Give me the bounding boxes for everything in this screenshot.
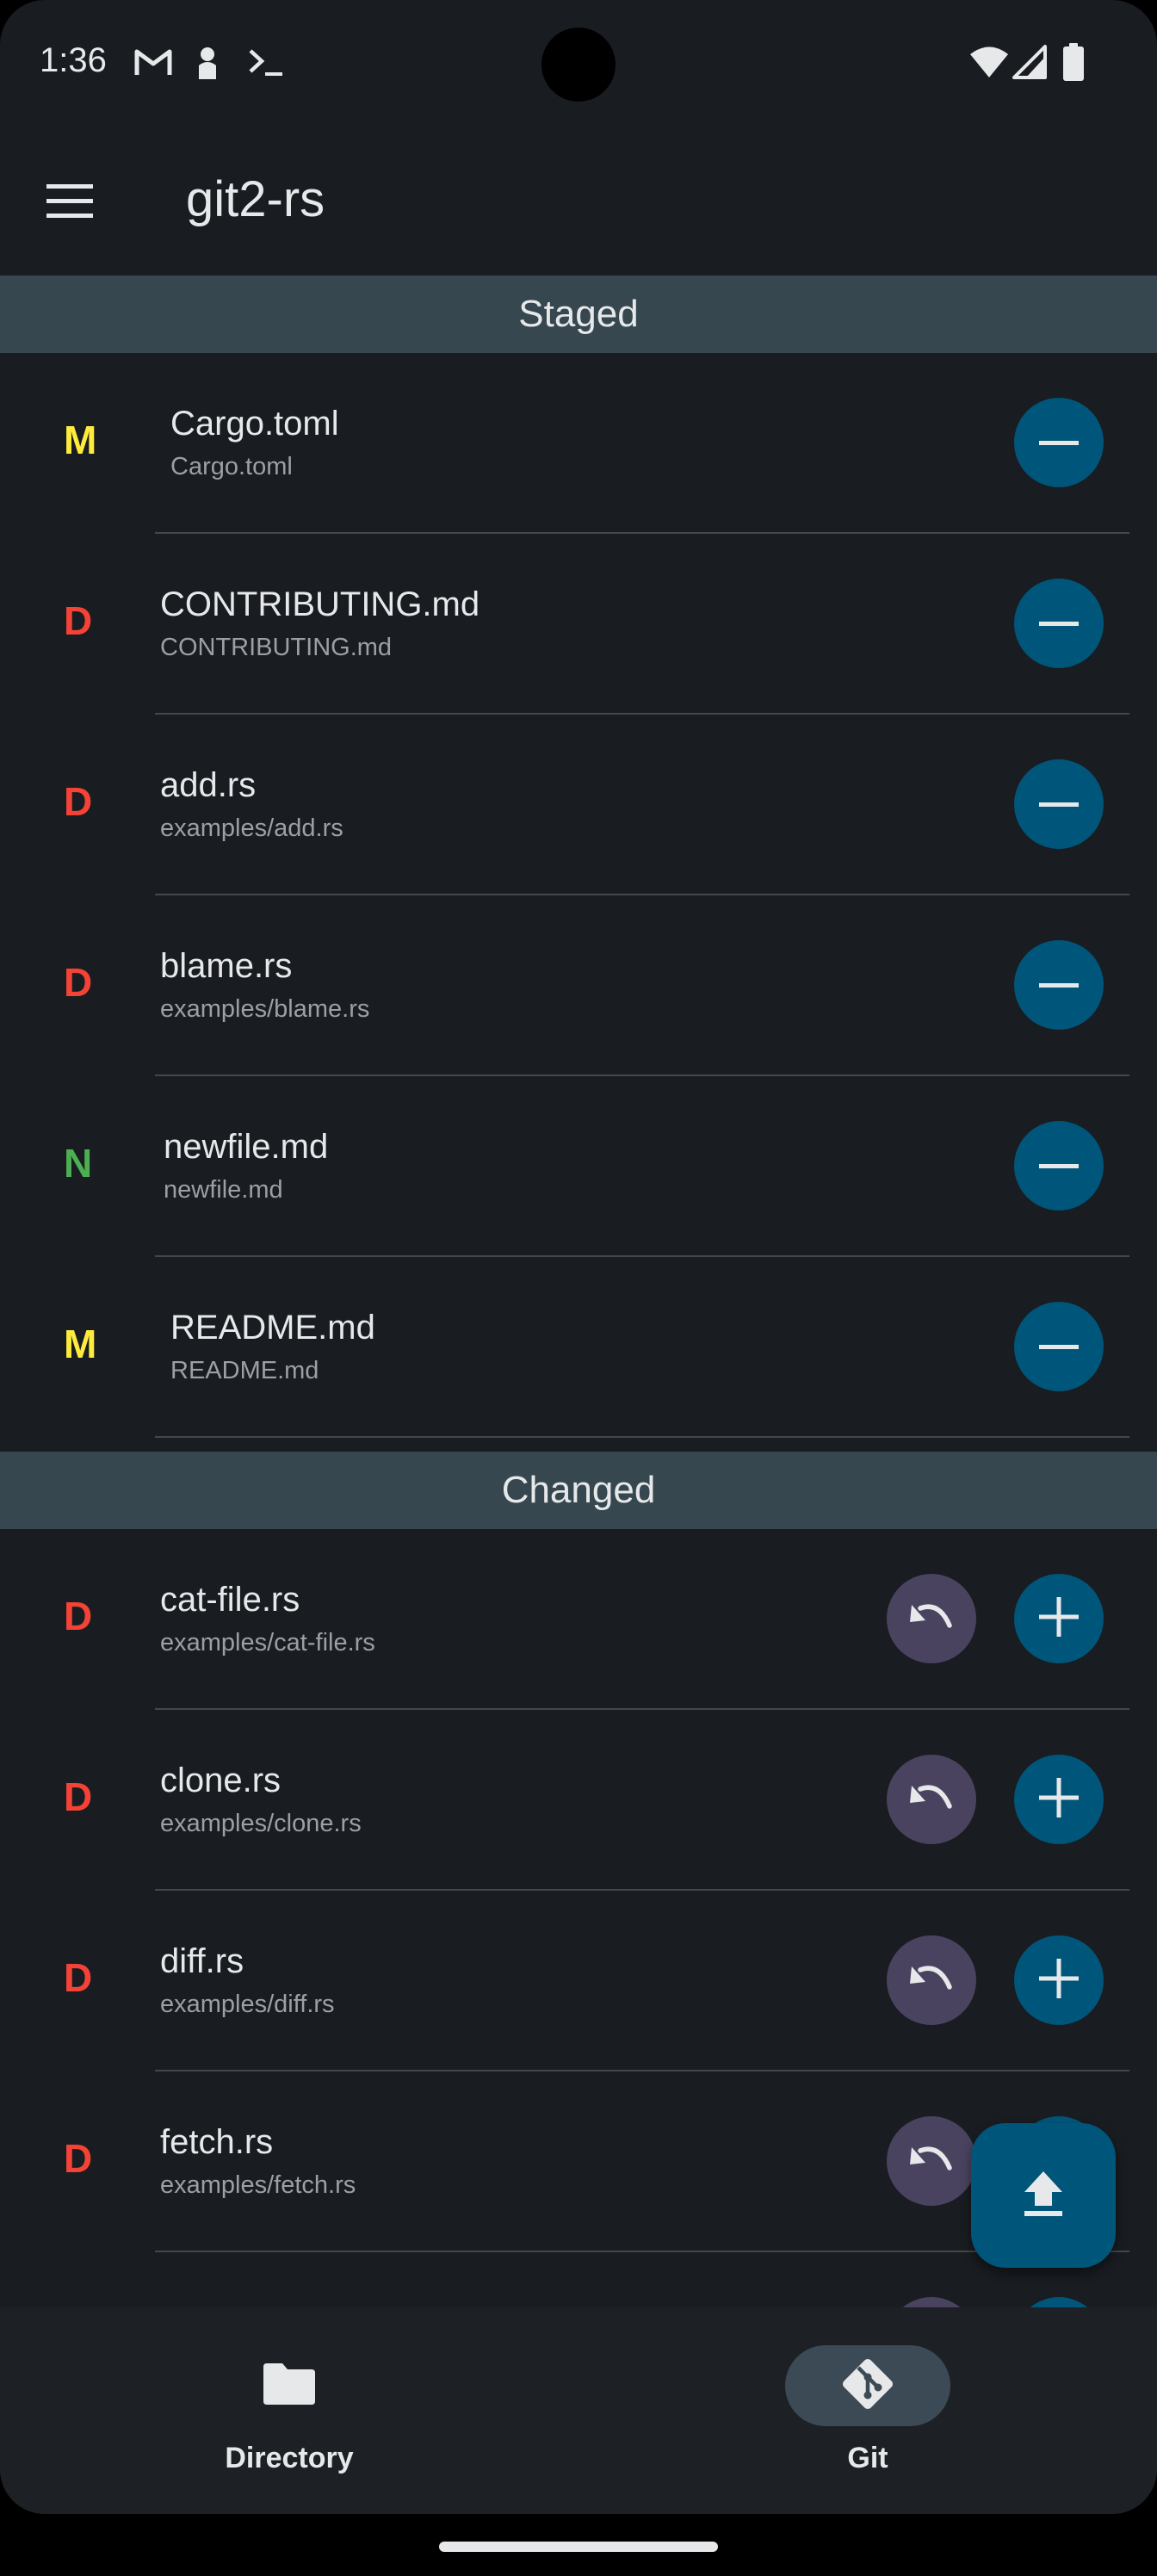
app-bar: git2-rs	[0, 129, 1157, 276]
status-time: 1:36	[40, 41, 107, 79]
file-name: CONTRIBUTING.md	[160, 585, 480, 623]
undo-icon	[908, 1780, 955, 1819]
plus-icon	[1039, 1596, 1079, 1641]
file-path: examples/clone.rs	[160, 1810, 362, 1837]
file-name: blame.rs	[160, 947, 293, 985]
undo-icon	[908, 1961, 955, 2000]
file-path: Cargo.toml	[170, 453, 293, 480]
discard-changes-button[interactable]	[887, 2297, 976, 2307]
minus-icon	[1039, 796, 1079, 812]
row-divider	[155, 1436, 1129, 1438]
file-name: add.rs	[160, 766, 257, 804]
discard-changes-button[interactable]	[887, 2116, 976, 2206]
file-path: README.md	[170, 1357, 319, 1384]
wifi-icon	[969, 45, 1009, 84]
battery-icon	[1062, 43, 1085, 85]
changed-file-row[interactable]	[0, 2252, 1157, 2307]
undo-icon	[908, 2142, 955, 2181]
person-icon	[195, 46, 220, 85]
file-path: examples/fetch.rs	[160, 2171, 356, 2199]
file-path: examples/blame.rs	[160, 995, 370, 1023]
undo-icon	[908, 1600, 955, 1638]
changed-file-row[interactable]: D diff.rs examples/diff.rs	[0, 1891, 1157, 2071]
staged-file-row[interactable]: M README.md README.md	[0, 1257, 1157, 1438]
discard-changes-button[interactable]	[887, 1574, 976, 1663]
minus-icon	[1039, 977, 1079, 993]
file-status-list[interactable]: Staged M Cargo.toml Cargo.toml D CONTRIB…	[0, 276, 1157, 2307]
stage-button[interactable]	[1014, 1574, 1104, 1663]
hamburger-menu-icon[interactable]	[45, 181, 98, 224]
minus-icon	[1039, 1339, 1079, 1354]
unstage-button[interactable]	[1014, 940, 1104, 1030]
status-deleted: D	[64, 779, 93, 824]
staged-file-row[interactable]: D add.rs examples/add.rs	[0, 715, 1157, 895]
stage-button[interactable]	[1014, 1755, 1104, 1844]
plus-icon	[1039, 1958, 1079, 2003]
staged-file-row[interactable]: D blame.rs examples/blame.rs	[0, 895, 1157, 1076]
staged-file-row[interactable]: D CONTRIBUTING.md CONTRIBUTING.md	[0, 534, 1157, 715]
status-deleted: D	[64, 2136, 93, 2181]
unstage-button[interactable]	[1014, 579, 1104, 668]
changed-file-row[interactable]: D cat-file.rs examples/cat-file.rs	[0, 1529, 1157, 1710]
camera-cutout	[541, 28, 616, 102]
status-deleted: D	[64, 960, 93, 1005]
unstage-button[interactable]	[1014, 1302, 1104, 1391]
nav-git[interactable]: Git	[739, 2345, 997, 2475]
changed-section-header: Changed	[0, 1452, 1157, 1529]
file-name: README.md	[170, 1309, 375, 1347]
status-deleted: D	[64, 598, 93, 643]
file-path: CONTRIBUTING.md	[160, 634, 393, 661]
staged-file-row[interactable]: M Cargo.toml Cargo.toml	[0, 353, 1157, 534]
plus-icon	[1039, 1777, 1079, 1822]
unstage-button[interactable]	[1014, 398, 1104, 487]
status-deleted: D	[64, 1774, 93, 1819]
app-title: git2-rs	[186, 171, 325, 227]
file-path: examples/diff.rs	[160, 1991, 335, 2018]
discard-changes-button[interactable]	[887, 1755, 976, 1844]
terminal-icon	[248, 46, 286, 82]
gmail-icon	[134, 46, 172, 82]
unstage-button[interactable]	[1014, 1121, 1104, 1211]
file-path: examples/cat-file.rs	[160, 1629, 375, 1656]
push-fab[interactable]	[971, 2123, 1116, 2268]
signal-icon	[1012, 45, 1047, 84]
folder-icon	[262, 2362, 317, 2411]
nav-directory-indicator	[207, 2345, 372, 2426]
minus-icon	[1039, 1158, 1079, 1173]
git-icon	[839, 2356, 896, 2417]
file-path: examples/add.rs	[160, 814, 343, 842]
file-name: Cargo.toml	[170, 405, 339, 443]
file-name: newfile.md	[164, 1128, 329, 1166]
nav-git-label: Git	[847, 2442, 888, 2474]
bottom-navigation: Directory Git	[0, 2307, 1157, 2514]
file-name: diff.rs	[160, 1942, 244, 1980]
minus-icon	[1039, 435, 1079, 450]
file-path: newfile.md	[164, 1176, 283, 1204]
stage-button[interactable]	[1014, 2297, 1104, 2307]
staged-file-row[interactable]: N newfile.md newfile.md	[0, 1076, 1157, 1257]
status-bar: 1:36	[0, 0, 1157, 129]
changed-file-row[interactable]: D clone.rs examples/clone.rs	[0, 1710, 1157, 1891]
staged-section-header: Staged	[0, 276, 1157, 353]
gesture-navigation-bar[interactable]	[439, 2542, 718, 2552]
status-modified: M	[64, 1322, 97, 1366]
app-screen: 1:36 git2-rs Staged M Cargo.toml Cargo.t…	[0, 0, 1157, 2514]
unstage-button[interactable]	[1014, 759, 1104, 849]
minus-icon	[1039, 616, 1079, 631]
nav-directory-label: Directory	[225, 2442, 354, 2474]
file-name: cat-file.rs	[160, 1581, 300, 1619]
status-modified: M	[64, 418, 97, 462]
status-new: N	[64, 1141, 93, 1186]
discard-changes-button[interactable]	[887, 1935, 976, 2025]
stage-button[interactable]	[1014, 1935, 1104, 2025]
upload-icon	[1023, 2170, 1064, 2222]
file-name: clone.rs	[160, 1762, 282, 1799]
nav-directory[interactable]: Directory	[160, 2345, 418, 2475]
status-deleted: D	[64, 1955, 93, 2000]
status-deleted: D	[64, 1594, 93, 1638]
nav-git-indicator	[785, 2345, 950, 2426]
file-name: fetch.rs	[160, 2123, 274, 2161]
